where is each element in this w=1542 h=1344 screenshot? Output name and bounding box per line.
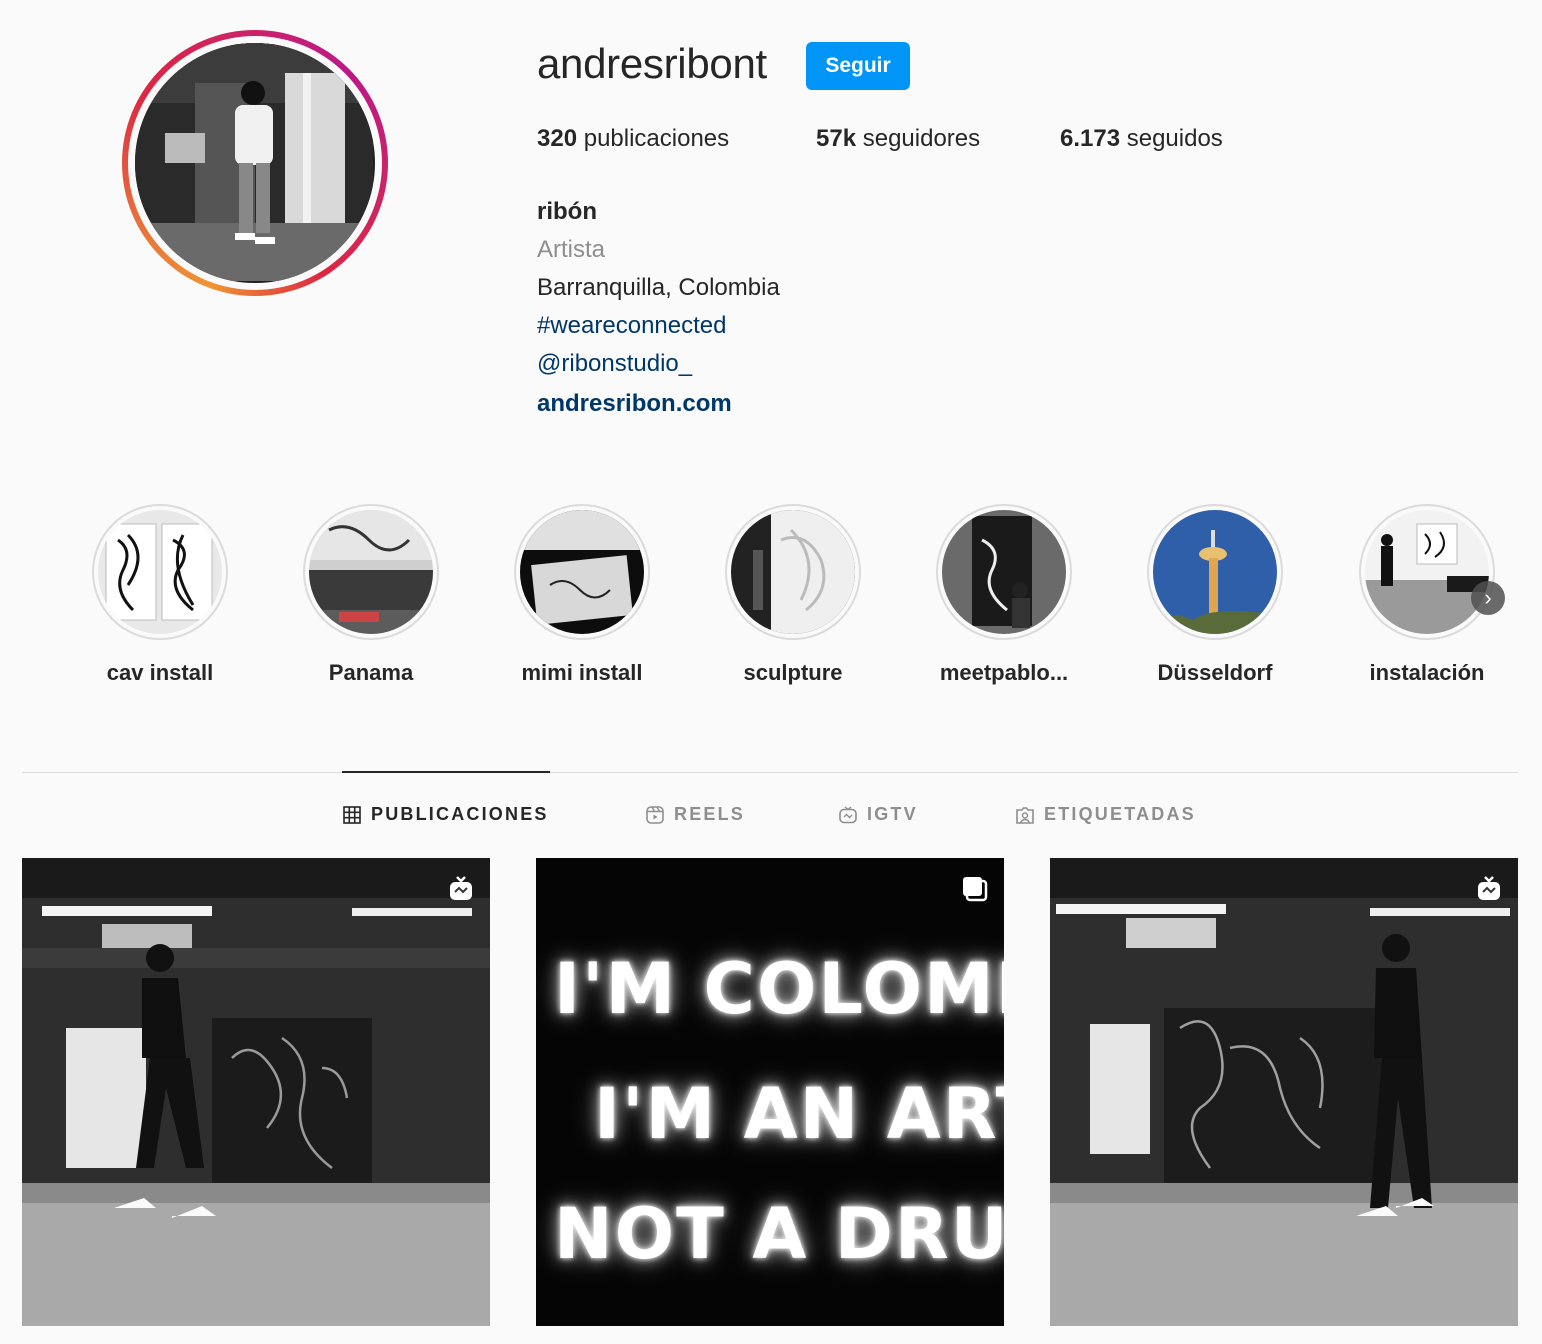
active-tab-indicator — [342, 771, 550, 773]
following-count: 6.173 — [1060, 125, 1121, 152]
highlight-label: Panama — [328, 660, 414, 685]
neon-text-line: I'M COLOMBIAN — [554, 948, 1004, 1030]
profile-avatar[interactable] — [122, 30, 388, 296]
highlight-label: meetpablo... — [939, 660, 1069, 685]
follow-button[interactable]: Seguir — [806, 42, 910, 90]
post-thumbnail[interactable] — [1050, 858, 1518, 1326]
bio-location: Barranquilla, Colombia — [537, 274, 780, 301]
carousel-icon — [963, 877, 988, 902]
post-image — [1050, 858, 1518, 1326]
post-thumbnail[interactable]: I'M COLOMBIAN I'M AN ARTIST NOT A DRUGDE… — [536, 858, 1004, 1326]
highlight-thumbnail — [731, 510, 855, 634]
bio-hashtag-link[interactable]: #weareconnected — [537, 312, 726, 340]
posts-label: publicaciones — [577, 125, 730, 152]
followers-count: 57k — [816, 125, 857, 152]
tab-label: ETIQUETADAS — [1044, 804, 1196, 824]
highlight-dusseldorf[interactable]: Düsseldorf — [1115, 504, 1315, 686]
highlight-label: instalación — [1369, 660, 1485, 685]
post-image — [22, 858, 490, 1326]
tab-etiquetadas[interactable]: ETIQUETADAS — [1016, 804, 1196, 825]
bio-name: ribón — [537, 198, 597, 225]
highlight-meetpablo[interactable]: meetpablo... — [904, 504, 1104, 686]
highlight-label: mimi install — [521, 660, 643, 685]
profile-username: andresribont — [537, 40, 767, 87]
highlight-thumbnail — [520, 510, 644, 634]
igtv-icon — [450, 876, 472, 900]
tagged-icon — [1016, 806, 1034, 824]
highlight-thumbnail — [1365, 510, 1489, 634]
highlight-thumbnail — [309, 510, 433, 634]
tab-reels[interactable]: REELS — [646, 804, 745, 825]
posts-count-stat: 320 publicaciones — [537, 125, 729, 153]
highlight-thumbnail — [98, 510, 222, 634]
neon-text-line: NOT A DRUGDEALER — [554, 1193, 1004, 1275]
reels-icon — [646, 805, 664, 824]
neon-text-line: I'M AN ARTIST — [594, 1073, 1004, 1155]
avatar-photo — [135, 43, 375, 283]
highlight-cav-install[interactable]: cav install — [60, 504, 260, 686]
tab-publicaciones[interactable]: PUBLICACIONES — [343, 804, 549, 825]
followers-stat[interactable]: 57k seguidores — [816, 125, 980, 153]
tab-label: IGTV — [867, 804, 918, 824]
highlight-label: sculpture — [743, 660, 843, 685]
followers-label: seguidores — [856, 125, 981, 152]
highlight-label: Düsseldorf — [1157, 660, 1273, 685]
post-thumbnail[interactable] — [22, 858, 490, 1326]
igtv-icon — [839, 805, 857, 823]
highlight-label: cav install — [106, 660, 214, 685]
bio-website-link[interactable]: andresribon.com — [537, 390, 732, 418]
highlight-panama[interactable]: Panama — [271, 504, 471, 686]
tab-label: REELS — [674, 804, 746, 824]
highlight-thumbnail — [1153, 510, 1277, 634]
highlights-next-arrow-icon[interactable]: › — [1471, 581, 1505, 615]
bio-mention-link[interactable]: @ribonstudio_ — [537, 350, 692, 378]
tab-label: PUBLICACIONES — [371, 804, 549, 824]
tab-igtv[interactable]: IGTV — [839, 804, 918, 825]
grid-icon — [343, 805, 361, 824]
following-label: seguidos — [1120, 125, 1223, 152]
following-stat[interactable]: 6.173 seguidos — [1060, 125, 1223, 153]
highlight-sculpture[interactable]: sculpture — [693, 504, 893, 686]
igtv-icon — [1478, 876, 1500, 900]
highlight-thumbnail — [942, 510, 1066, 634]
tabs-divider — [22, 772, 1518, 773]
bio-category: Artista — [537, 236, 606, 263]
highlight-mimi-install[interactable]: mimi install — [482, 504, 682, 686]
posts-count: 320 — [537, 125, 578, 152]
